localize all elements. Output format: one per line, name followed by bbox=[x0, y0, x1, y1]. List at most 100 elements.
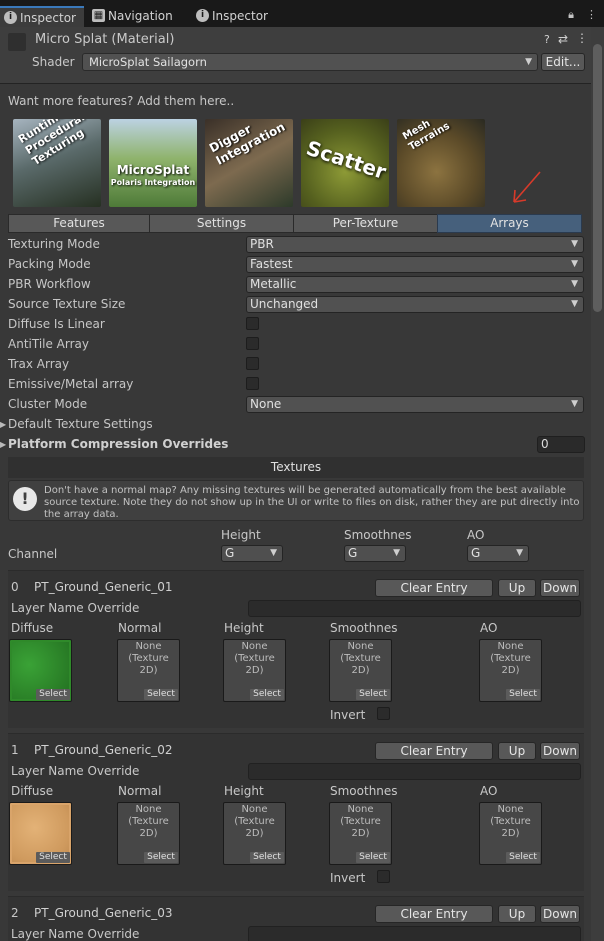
invert-checkbox[interactable] bbox=[377, 870, 390, 883]
banner-scatter[interactable]: Scatter bbox=[301, 119, 389, 207]
chevron-down-icon: ▼ bbox=[571, 239, 578, 249]
cluster-mode-label: Cluster Mode bbox=[8, 397, 88, 411]
invert-checkbox[interactable] bbox=[377, 707, 390, 720]
packing-mode-label: Packing Mode bbox=[8, 257, 91, 271]
select-button[interactable]: Select bbox=[36, 689, 70, 700]
channel-ao-dropdown[interactable]: G ▼ bbox=[467, 545, 529, 562]
entry-index: 2 bbox=[11, 906, 19, 920]
normal-label: Normal bbox=[118, 784, 162, 798]
up-button[interactable]: Up bbox=[498, 905, 536, 923]
layer-override-input[interactable] bbox=[248, 600, 581, 617]
layer-override-label: Layer Name Override bbox=[11, 927, 140, 941]
layer-override-input[interactable] bbox=[248, 926, 581, 941]
antitile-array-label: AntiTile Array bbox=[8, 337, 89, 351]
packing-mode-dropdown[interactable]: Fastest ▼ bbox=[246, 256, 584, 273]
height-texture-slot[interactable]: None (Texture 2D) Select bbox=[223, 802, 286, 865]
toolbar-arrays[interactable]: Arrays bbox=[437, 214, 582, 233]
normal-texture-slot[interactable]: None (Texture 2D) Select bbox=[117, 639, 180, 702]
help-icon[interactable]: ? bbox=[544, 33, 550, 46]
chevron-down-icon: ▼ bbox=[270, 548, 277, 558]
banner-digger-integration[interactable]: Digger Integration bbox=[205, 119, 293, 207]
platform-overrides-foldout[interactable]: Platform Compression Overrides bbox=[8, 437, 228, 451]
banner-mesh-terrains[interactable]: Mesh Terrains bbox=[397, 119, 485, 207]
tab-inspector[interactable]: i Inspector bbox=[0, 6, 84, 27]
scrollbar-thumb[interactable] bbox=[593, 44, 602, 312]
down-button[interactable]: Down bbox=[540, 905, 580, 923]
texture-entry-2: 2 PT_Ground_Generic_03 Clear Entry Up Do… bbox=[8, 896, 584, 941]
more-icon[interactable]: ⋮ bbox=[576, 31, 588, 45]
normal-label: Normal bbox=[118, 621, 162, 635]
ao-texture-slot[interactable]: None (Texture 2D) Select bbox=[479, 802, 542, 865]
platform-count-field[interactable]: 0 bbox=[537, 436, 585, 453]
settings-icon[interactable]: ⇄ bbox=[558, 32, 568, 46]
select-button[interactable]: Select bbox=[356, 689, 390, 700]
select-button[interactable]: Select bbox=[144, 852, 178, 863]
pbr-workflow-dropdown[interactable]: Metallic ▼ bbox=[246, 276, 584, 293]
menu-icon[interactable]: ⋮ bbox=[584, 8, 598, 22]
toolbar-features[interactable]: Features bbox=[8, 214, 150, 233]
diffuse-linear-checkbox[interactable] bbox=[246, 317, 259, 330]
help-text: Don't have a normal map? Any missing tex… bbox=[44, 485, 580, 520]
lock-icon[interactable]: 🔒︎ bbox=[564, 8, 578, 22]
select-button[interactable]: Select bbox=[356, 852, 390, 863]
channel-ao-label: AO bbox=[467, 528, 485, 542]
material-icon bbox=[8, 33, 26, 51]
diffuse-texture-slot[interactable]: Select bbox=[9, 639, 72, 702]
select-button[interactable]: Select bbox=[36, 852, 70, 863]
toolbar-per-texture[interactable]: Per-Texture bbox=[293, 214, 438, 233]
smoothness-texture-slot[interactable]: None (Texture 2D) Select bbox=[329, 802, 392, 865]
source-texture-size-dropdown[interactable]: Unchanged ▼ bbox=[246, 296, 584, 313]
layer-override-input[interactable] bbox=[248, 763, 581, 780]
height-label: Height bbox=[224, 784, 264, 798]
trax-array-checkbox[interactable] bbox=[246, 357, 259, 370]
up-button[interactable]: Up bbox=[498, 742, 536, 760]
shader-dropdown[interactable]: MicroSplat Sailagorn ▼ bbox=[82, 53, 538, 71]
channel-height-dropdown[interactable]: G ▼ bbox=[221, 545, 283, 562]
cluster-mode-dropdown[interactable]: None ▼ bbox=[246, 396, 584, 413]
diffuse-texture-slot[interactable]: Select bbox=[9, 802, 72, 865]
ao-texture-slot[interactable]: None (Texture 2D) Select bbox=[479, 639, 542, 702]
smoothness-texture-slot[interactable]: None (Texture 2D) Select bbox=[329, 639, 392, 702]
channel-smoothness-dropdown[interactable]: G ▼ bbox=[344, 545, 406, 562]
chevron-down-icon: ▼ bbox=[525, 57, 532, 67]
smoothness-label: Smoothnes bbox=[330, 784, 398, 798]
diffuse-linear-label: Diffuse Is Linear bbox=[8, 317, 105, 331]
banner-polaris-integration[interactable]: MicroSplat Polaris Integration bbox=[109, 119, 197, 207]
entry-index: 0 bbox=[11, 580, 19, 594]
down-button[interactable]: Down bbox=[540, 742, 580, 760]
tab-navigation[interactable]: ▦ Navigation bbox=[88, 6, 192, 27]
diffuse-label: Diffuse bbox=[11, 784, 54, 798]
textures-section-header: Textures bbox=[8, 457, 584, 478]
select-button[interactable]: Select bbox=[506, 852, 540, 863]
chevron-down-icon: ▼ bbox=[516, 548, 523, 558]
up-button[interactable]: Up bbox=[498, 579, 536, 597]
select-button[interactable]: Select bbox=[250, 852, 284, 863]
select-button[interactable]: Select bbox=[144, 689, 178, 700]
annotation-arrow-icon bbox=[513, 171, 541, 203]
entry-index: 1 bbox=[11, 743, 19, 757]
foldout-arrow-icon[interactable]: ▶ bbox=[0, 440, 6, 449]
help-box: ! Don't have a normal map? Any missing t… bbox=[8, 480, 584, 521]
select-button[interactable]: Select bbox=[250, 689, 284, 700]
banner-runtime-procedural[interactable]: Runtime Procedural Texturing bbox=[13, 119, 101, 207]
clear-entry-button[interactable]: Clear Entry bbox=[375, 905, 493, 923]
texturing-mode-dropdown[interactable]: PBR ▼ bbox=[246, 236, 584, 253]
smoothness-label: Smoothnes bbox=[330, 621, 398, 635]
height-texture-slot[interactable]: None (Texture 2D) Select bbox=[223, 639, 286, 702]
toolbar-settings[interactable]: Settings bbox=[149, 214, 294, 233]
clear-entry-button[interactable]: Clear Entry bbox=[375, 742, 493, 760]
ao-label: AO bbox=[480, 621, 498, 635]
pbr-workflow-label: PBR Workflow bbox=[8, 277, 91, 291]
select-button[interactable]: Select bbox=[506, 689, 540, 700]
down-button[interactable]: Down bbox=[540, 579, 580, 597]
edit-shader-button[interactable]: Edit... bbox=[541, 53, 585, 71]
foldout-arrow-icon[interactable]: ▶ bbox=[0, 420, 6, 429]
antitile-array-checkbox[interactable] bbox=[246, 337, 259, 350]
normal-texture-slot[interactable]: None (Texture 2D) Select bbox=[117, 802, 180, 865]
emissive-metal-checkbox[interactable] bbox=[246, 377, 259, 390]
clear-entry-button[interactable]: Clear Entry bbox=[375, 579, 493, 597]
texturing-mode-label: Texturing Mode bbox=[8, 237, 100, 251]
default-texture-settings-foldout[interactable]: Default Texture Settings bbox=[8, 417, 153, 431]
tab-inspector-2[interactable]: i Inspector bbox=[192, 6, 292, 27]
entry-name: PT_Ground_Generic_01 bbox=[34, 580, 173, 594]
